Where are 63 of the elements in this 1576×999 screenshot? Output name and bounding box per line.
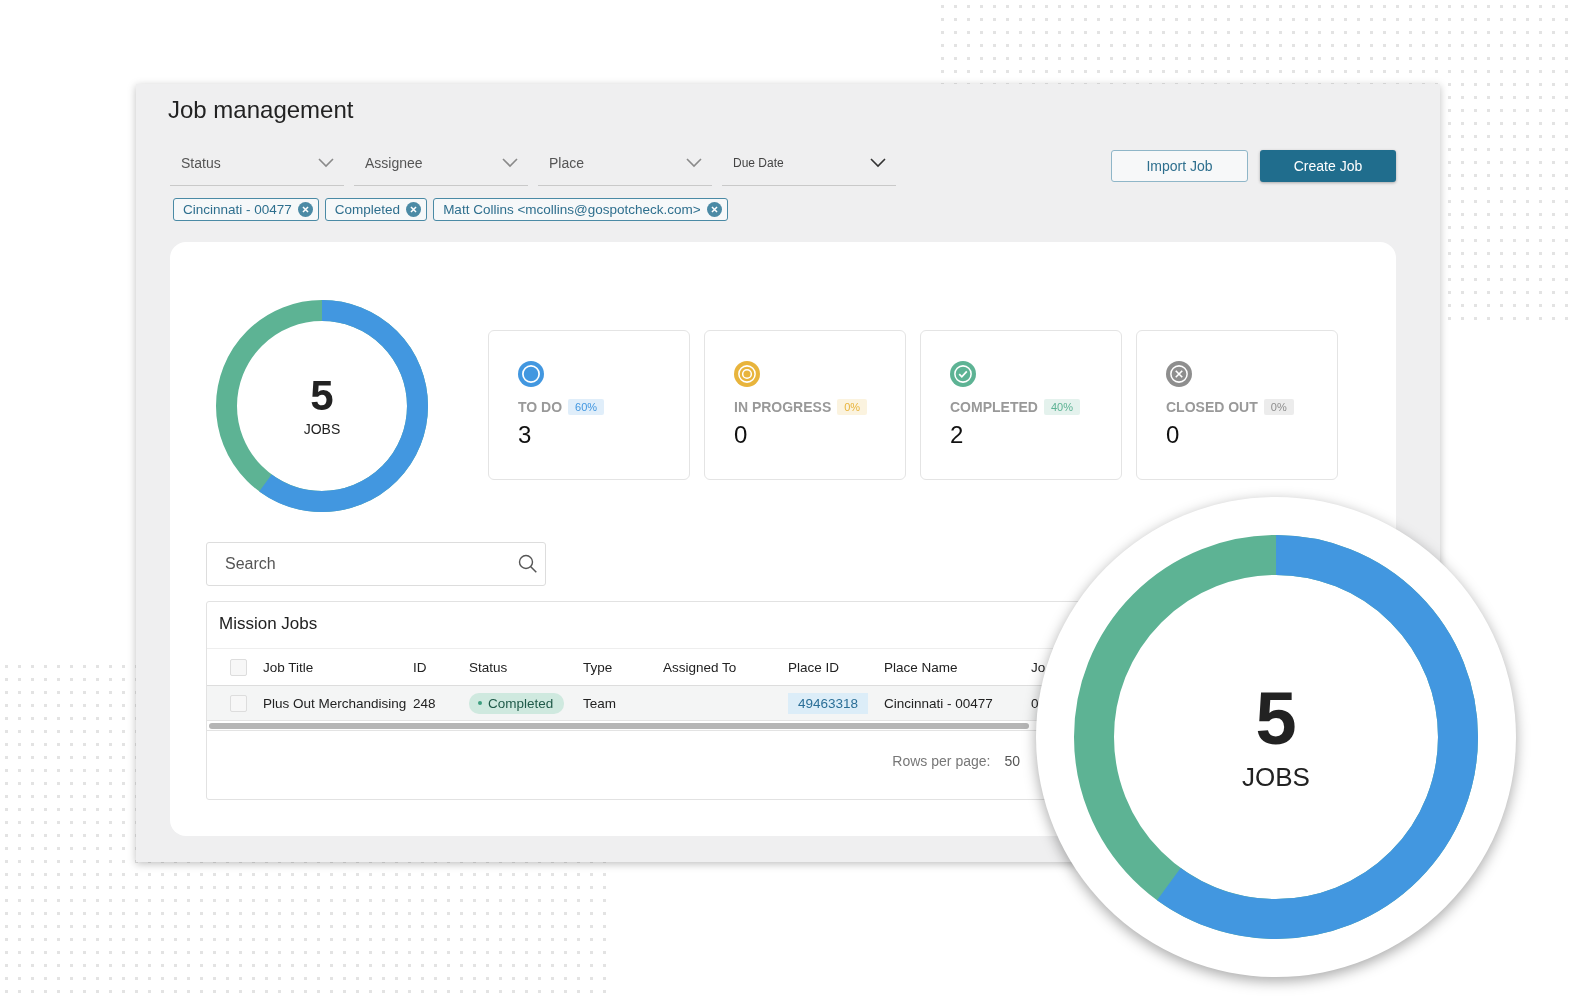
table-cell: Plus Out Merchandising xyxy=(263,695,407,711)
checkbox[interactable] xyxy=(230,694,247,712)
column-header[interactable]: Place ID xyxy=(788,659,840,675)
jobs-label: JOBS xyxy=(1242,761,1310,793)
table-cell: Cincinnati - 00477 xyxy=(884,695,993,711)
percent-badge: 0% xyxy=(837,399,868,415)
checkbox[interactable] xyxy=(230,658,247,676)
filter-dropdown[interactable]: Assignee xyxy=(354,150,528,186)
stat-label: IN PROGRESS xyxy=(734,399,832,415)
column-header[interactable]: ID xyxy=(413,659,427,675)
percent-badge: 40% xyxy=(1043,399,1080,415)
job-total: 5 xyxy=(1255,681,1297,756)
chevron-down-icon xyxy=(870,157,886,168)
column-header[interactable]: Place Name xyxy=(884,659,958,675)
filter-dropdown[interactable]: Status xyxy=(170,150,344,186)
import-button[interactable]: Import Job xyxy=(1111,150,1248,182)
place-id-tag: 49463318 xyxy=(788,692,869,714)
search-field[interactable]: Search xyxy=(206,542,546,586)
filter-dropdown[interactable]: Place xyxy=(538,150,712,186)
stat-label: COMPLETED xyxy=(950,399,1038,415)
scrollbar[interactable] xyxy=(209,723,1029,729)
percent-badge: 60% xyxy=(568,399,605,415)
column-header[interactable]: Job Title xyxy=(263,659,314,675)
column-header[interactable]: Jo xyxy=(1031,659,1046,675)
table-title: Mission Jobs xyxy=(219,614,318,633)
status-badge: Completed xyxy=(469,692,565,714)
table-cell: 0 xyxy=(1031,695,1039,711)
filter-dropdown[interactable]: Due Date xyxy=(722,150,896,186)
column-header[interactable]: Type xyxy=(583,659,613,675)
circle-icon xyxy=(518,361,544,387)
table-cell: Team xyxy=(583,695,616,711)
check-icon xyxy=(950,361,976,387)
job-total: 5 xyxy=(310,375,334,417)
column-header[interactable]: Assigned To xyxy=(663,659,737,675)
remove-icon[interactable] xyxy=(706,202,722,217)
chevron-down-icon xyxy=(318,157,334,168)
stat-count: 2 xyxy=(950,421,965,449)
stat-label: CLOSED OUT xyxy=(1166,399,1258,415)
stat-count: 0 xyxy=(734,421,749,449)
stat-label: TO DO xyxy=(518,399,563,415)
chip-label: Completed xyxy=(334,202,401,217)
rows-per-page-value[interactable]: 50 xyxy=(1004,753,1020,769)
jobs-label: JOBS xyxy=(303,421,341,437)
chevron-down-icon xyxy=(686,157,702,168)
target-icon xyxy=(734,361,760,387)
filter-chip[interactable]: Matt Collins <mcollins@gospotcheck.com> xyxy=(433,198,728,221)
remove-icon[interactable] xyxy=(297,202,313,217)
remove-icon[interactable] xyxy=(406,202,422,217)
chevron-down-icon xyxy=(502,157,518,168)
filter-chip[interactable]: Cincinnati - 00477 xyxy=(173,198,319,221)
create-button[interactable]: Create Job xyxy=(1260,150,1396,182)
percent-badge: 0% xyxy=(1263,399,1294,415)
search-icon xyxy=(518,554,538,574)
chip-label: Cincinnati - 00477 xyxy=(183,202,292,217)
column-header[interactable]: Status xyxy=(469,659,508,675)
window-title: Job management xyxy=(168,96,355,124)
chip-label: Matt Collins <mcollins@gospotcheck.com> xyxy=(443,202,701,217)
stat-count: 0 xyxy=(1166,421,1181,449)
stat-count: 3 xyxy=(518,421,533,449)
close-circle-icon xyxy=(1166,361,1192,387)
rows-per-page-label: Rows per page: xyxy=(892,753,991,769)
table-cell: 248 xyxy=(413,695,436,711)
filter-chip[interactable]: Completed xyxy=(324,198,428,221)
